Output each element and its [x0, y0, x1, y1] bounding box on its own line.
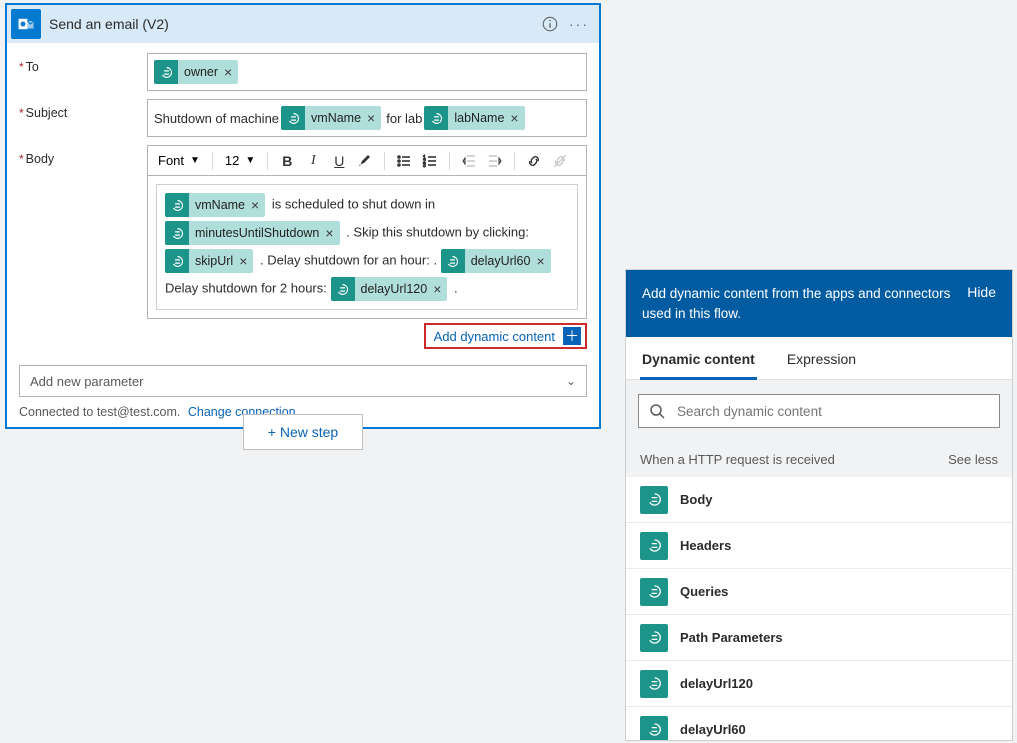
dynamic-token-icon	[640, 624, 668, 652]
dynamic-token-icon	[154, 60, 178, 84]
link-button[interactable]	[523, 150, 545, 172]
token-vmname[interactable]: vmName×	[165, 193, 265, 217]
body-row: *Body Font▼ 12▼ B I U 123	[19, 145, 587, 357]
token-remove-icon[interactable]: ×	[325, 226, 333, 240]
dynamic-token-icon	[165, 221, 189, 245]
tab-expression[interactable]: Expression	[785, 337, 858, 379]
see-less-link[interactable]: See less	[948, 452, 998, 467]
svg-text:3: 3	[423, 163, 426, 169]
plus-icon: ＋	[563, 327, 581, 345]
underline-button[interactable]: U	[328, 150, 350, 172]
dynamic-content-list[interactable]: When a HTTP request is received See less…	[626, 442, 1012, 740]
dynamic-content-item[interactable]: delayUrl120	[626, 661, 1012, 707]
item-label: Path Parameters	[680, 630, 783, 645]
token-remove-icon[interactable]: ×	[239, 254, 247, 268]
new-step-button[interactable]: + New step	[243, 414, 363, 450]
body-label: Body	[26, 152, 55, 166]
outdent-button[interactable]	[458, 150, 480, 172]
subject-field[interactable]: Shutdown of machine vmName × for lab lab…	[147, 99, 587, 137]
rich-text-toolbar: Font▼ 12▼ B I U 123	[147, 145, 587, 175]
dynamic-token-icon	[281, 106, 305, 130]
token-labname[interactable]: labName ×	[424, 106, 524, 130]
font-select[interactable]: Font▼	[154, 152, 204, 169]
dynamic-content-panel: Add dynamic content from the apps and co…	[625, 269, 1013, 741]
tab-dynamic-content[interactable]: Dynamic content	[640, 337, 757, 380]
dynamic-token-icon	[441, 249, 465, 273]
body-editor[interactable]: vmName× is scheduled to shut down in min…	[147, 175, 587, 319]
add-dynamic-content-link[interactable]: Add dynamic content ＋	[424, 323, 587, 349]
bold-button[interactable]: B	[276, 150, 298, 172]
subject-label: Subject	[26, 106, 68, 120]
dynamic-token-icon	[165, 249, 189, 273]
token-vmname[interactable]: vmName ×	[281, 106, 381, 130]
token-delay120[interactable]: delayUrl120×	[331, 277, 448, 301]
dynamic-content-item[interactable]: Headers	[626, 523, 1012, 569]
outlook-icon	[11, 9, 41, 39]
item-label: delayUrl120	[680, 676, 753, 691]
token-owner[interactable]: owner ×	[154, 60, 238, 84]
token-remove-icon[interactable]: ×	[536, 254, 544, 268]
dynamic-token-icon	[640, 578, 668, 606]
dynamic-content-item[interactable]: Path Parameters	[626, 615, 1012, 661]
item-label: Queries	[680, 584, 728, 599]
to-field[interactable]: owner ×	[147, 53, 587, 91]
unlink-button[interactable]	[549, 150, 571, 172]
dynamic-token-icon	[424, 106, 448, 130]
number-list-button[interactable]: 123	[419, 150, 441, 172]
token-minutes[interactable]: minutesUntilShutdown×	[165, 221, 340, 245]
item-label: Headers	[680, 538, 731, 553]
token-remove-icon[interactable]: ×	[510, 111, 518, 125]
dynamic-token-icon	[640, 486, 668, 514]
dynamic-content-item[interactable]: delayUrl60	[626, 707, 1012, 740]
italic-button[interactable]: I	[302, 150, 324, 172]
item-label: delayUrl60	[680, 722, 746, 737]
search-icon	[649, 403, 665, 419]
search-box[interactable]	[638, 394, 1000, 428]
chevron-down-icon: ⌄	[566, 374, 576, 388]
more-menu-icon[interactable]: ···	[569, 16, 589, 32]
token-remove-icon[interactable]: ×	[367, 111, 375, 125]
dynamic-token-icon	[640, 532, 668, 560]
token-delay60[interactable]: delayUrl60×	[441, 249, 551, 273]
info-icon[interactable]	[541, 15, 559, 33]
token-skipurl[interactable]: skipUrl×	[165, 249, 253, 273]
email-action-card: Send an email (V2) ··· *To owner ×	[5, 3, 601, 429]
search-input[interactable]	[675, 403, 989, 420]
token-remove-icon[interactable]: ×	[224, 65, 232, 79]
dynamic-token-icon	[640, 716, 668, 740]
fontsize-select[interactable]: 12▼	[221, 152, 259, 169]
hide-panel-link[interactable]: Hide	[967, 284, 996, 300]
panel-tabs: Dynamic content Expression	[626, 337, 1012, 380]
to-row: *To owner ×	[19, 53, 587, 91]
dynamic-content-item[interactable]: Body	[626, 477, 1012, 523]
token-remove-icon[interactable]: ×	[251, 198, 259, 212]
group-header: When a HTTP request is received See less	[626, 442, 1012, 477]
dynamic-token-icon	[331, 277, 355, 301]
to-label: To	[26, 60, 39, 74]
item-label: Body	[680, 492, 713, 507]
indent-button[interactable]	[484, 150, 506, 172]
subject-row: *Subject Shutdown of machine vmName × fo…	[19, 99, 587, 137]
bullet-list-button[interactable]	[393, 150, 415, 172]
dynamic-token-icon	[640, 670, 668, 698]
dynamic-token-icon	[165, 193, 189, 217]
card-header: Send an email (V2) ···	[7, 5, 599, 43]
panel-header: Add dynamic content from the apps and co…	[626, 270, 1012, 337]
dynamic-content-item[interactable]: Queries	[626, 569, 1012, 615]
card-title: Send an email (V2)	[49, 16, 533, 32]
highlight-button[interactable]	[354, 150, 376, 172]
token-remove-icon[interactable]: ×	[433, 282, 441, 296]
add-new-parameter[interactable]: Add new parameter ⌄	[19, 365, 587, 397]
